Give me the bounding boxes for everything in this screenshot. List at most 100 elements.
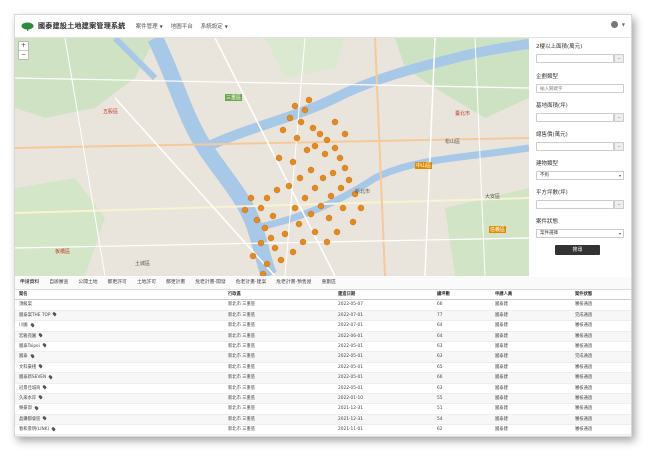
land-area-stepper[interactable]: − (614, 54, 624, 63)
cell-date-text: 2022-05-01 (338, 354, 363, 360)
map-pin-icon[interactable] (33, 405, 39, 411)
cell-count: 77 (437, 311, 442, 320)
tab-application[interactable]: 申請資料 (15, 277, 44, 289)
cell-date-text: 2022-01-10 (338, 395, 363, 401)
cell-name: 宏雅苑園 (19, 332, 44, 341)
cell-district-text: 新北市 三重區 (228, 333, 256, 339)
tab-land-permit[interactable]: 土地許可 (132, 277, 161, 289)
cell-name-text: 頂級案 (19, 302, 32, 308)
table-row[interactable]: 頂級案 新北市 三重區 2022-05-07 66 國泰建 審核通過 (15, 300, 631, 311)
base-area-stepper[interactable]: − (614, 113, 624, 122)
tab-renewal-plan[interactable]: 都更計畫 (161, 277, 190, 289)
cell-owner: 國泰建 (495, 373, 508, 382)
floor-area-label: 平方坪數(坪) (536, 190, 568, 196)
cell-status: 審核通過 (575, 435, 592, 436)
map-pin-icon[interactable] (51, 426, 57, 432)
col-header-status[interactable]: 案件狀態 (575, 290, 592, 299)
land-area-input[interactable] (536, 54, 614, 63)
table-row[interactable]: 國泰 新北市 三重區 2022-05-01 63 國泰建 完成通過 (15, 352, 631, 363)
company-input[interactable]: 輸入關鍵字 (536, 84, 624, 93)
cell-district: 新北市 三重區 (228, 373, 255, 382)
cell-name: 國泰 (19, 352, 35, 361)
cell-status: 完成通過 (575, 311, 592, 320)
zoom-in-button[interactable]: + (19, 42, 28, 51)
cell-date-text: 2022-06-01 (338, 333, 363, 339)
map-pin-icon[interactable] (41, 342, 47, 348)
map-pin-icon[interactable] (38, 394, 44, 400)
cell-status-text: 完成通過 (575, 354, 593, 360)
table-row[interactable]: 久來水岸 新北市 三重區 2022-01-10 55 國泰建 審核通過 (15, 393, 631, 405)
map-pin-icon[interactable] (38, 332, 44, 338)
total-price-input[interactable] (536, 142, 614, 151)
cell-district: 新北市 三重區 (228, 425, 255, 434)
cell-district: 新北市 三重區 (228, 404, 255, 413)
nav-case-management[interactable]: 案件管理 ▼ (136, 22, 163, 31)
cell-date-text: 2022-05-07 (338, 302, 363, 308)
map-pin-icon[interactable] (38, 363, 44, 369)
search-button[interactable]: 搜尋 (555, 245, 600, 255)
cell-date: 2022-06-01 (338, 332, 363, 341)
col-header-owner[interactable]: 申請人員 (495, 290, 512, 299)
floor-area-stepper[interactable]: − (614, 200, 624, 209)
cell-date: 2021-11-01 (338, 425, 363, 434)
base-area-input[interactable] (536, 113, 614, 122)
map-pin-icon[interactable] (29, 353, 35, 359)
nav-label: 系統設定 (200, 24, 223, 30)
map-pin-icon[interactable] (43, 436, 48, 437)
floor-area-input[interactable] (536, 200, 614, 209)
cell-owner: 國泰建 (495, 352, 508, 361)
app-brand[interactable]: 國泰建設土地建案管理系統 (38, 21, 126, 31)
table-row[interactable]: 晶鑽都會區 新北市 三重區 2021-12-31 54 國泰建 審核通過 (15, 414, 631, 426)
col-header-name[interactable]: 案名 (19, 290, 28, 299)
user-menu[interactable]: ▼ (610, 21, 625, 28)
case-status-select[interactable]: 案件選擇 ▾ (536, 229, 624, 238)
table-row[interactable]: 國泰Taipei 新北市 三重區 2022-05-01 63 國泰建 審核通過 (15, 342, 631, 353)
table-header: 案名 行政區 建造日期 總坪數 申請人員 案件狀態 (15, 290, 631, 301)
cell-date: 2022-05-07 (338, 300, 363, 309)
total-price-stepper[interactable]: − (614, 142, 624, 151)
table-row[interactable]: 冠景佳城商 新北市 三重區 2022-05-01 63 國泰建 審核通過 (15, 384, 631, 394)
col-header-district[interactable]: 行政區 (228, 290, 241, 299)
cell-name: 輝煌曲印象 (19, 435, 48, 437)
category-tabs: 申請資料 自辦審查 公開土地 都更許可 土地許可 都更計畫 危老計畫-開發 危老… (15, 277, 631, 290)
tab-old-plan-case[interactable]: 危老計畫-建案 (231, 277, 272, 289)
cell-count: 65 (437, 363, 442, 372)
col-header-count[interactable]: 總坪數 (437, 290, 450, 299)
map-pin-icon[interactable] (52, 311, 58, 317)
cell-name: 川園 (19, 321, 35, 330)
table-row[interactable]: 川園 新北市 三重區 2022-07-01 64 國泰建 審核通過 (15, 321, 631, 332)
map-pin-icon[interactable] (29, 322, 35, 328)
table-row[interactable]: 文科豪棧 新北市 三重區 2022-05-01 65 國泰建 審核通過 (15, 363, 631, 374)
cell-status: 審核通過 (575, 415, 592, 424)
map-pin-icon[interactable] (42, 384, 48, 390)
tab-public-land[interactable]: 公開土地 (73, 277, 102, 289)
cell-status-text: 審核通過 (575, 375, 593, 381)
nav-map-platform[interactable]: 地圖平台 (171, 22, 193, 30)
cell-count: 64 (437, 321, 442, 330)
table-row[interactable]: 國泰新SEVEN 新北市 三重區 2022-05-01 66 國泰建 審核通過 (15, 373, 631, 384)
tab-renewal-permit[interactable]: 都更許可 (103, 277, 132, 289)
building-type-select[interactable]: 不拘 ▾ (536, 171, 624, 180)
tab-old-plan-dev[interactable]: 危老計畫-開發 (190, 277, 231, 289)
table-row[interactable]: 春和景明(LINK) 新北市 三重區 2021-11-01 62 國泰建 審核通過 (15, 425, 631, 436)
map-view[interactable]: + − 五股區 三重區 中山區 大安區 信義區 板橋區 土城區 松山區 臺北市 … (15, 38, 529, 276)
cell-status-text: 審核通過 (575, 364, 593, 370)
map-zoom-control: + − (18, 41, 29, 60)
cell-status-text: 審核通過 (575, 427, 593, 433)
table-row[interactable]: 輝煌曲印象 新北市 三重區 2021-10-01 56 國泰建 審核通過 (15, 435, 631, 437)
cell-owner: 國泰建 (495, 404, 508, 413)
zoom-out-button[interactable]: − (19, 51, 28, 59)
tab-rezoning[interactable]: 重劃區 (317, 277, 341, 289)
cell-date-text: 2021-12-31 (338, 406, 363, 412)
col-header-date[interactable]: 建造日期 (338, 290, 355, 299)
table-row[interactable]: 國泰案THE TOP 新北市 三重區 2022-07-01 77 國泰建 完成通過 (15, 310, 631, 322)
nav-system-settings[interactable]: 系統設定 ▼ (200, 22, 228, 31)
map-pin-icon[interactable] (48, 374, 54, 380)
cell-name: 國泰案THE TOP (19, 311, 58, 320)
table-row[interactable]: 宏雅苑園 新北市 三重區 2022-06-01 64 國泰建 審核通過 (15, 331, 631, 342)
tab-self-review[interactable]: 自辦審查 (44, 277, 73, 289)
map-pin-icon[interactable] (42, 415, 48, 421)
table-row[interactable]: 樂豪邸 新北市 三重區 2021-12-31 51 國泰建 審核通過 (15, 404, 631, 415)
tab-old-plan-presale[interactable]: 危老計畫-預售屋 (271, 277, 316, 289)
cell-count: 63 (437, 352, 442, 361)
